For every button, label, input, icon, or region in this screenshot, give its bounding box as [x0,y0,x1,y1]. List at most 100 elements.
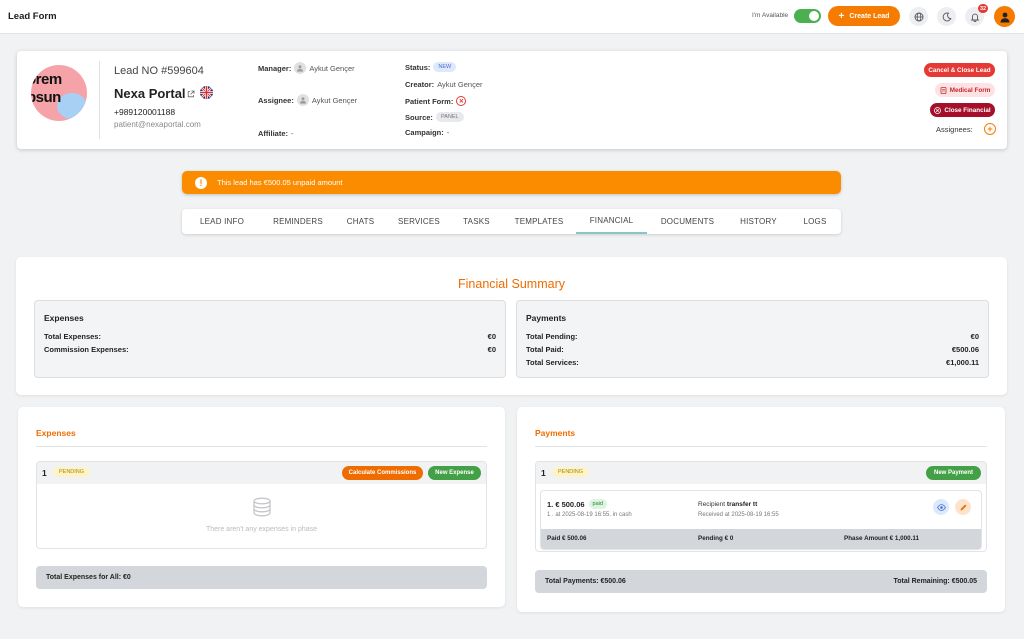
lead-name: Nexa Portal [114,86,186,101]
item-phase-amount: Phase Amount € 1,000.11 [844,535,920,542]
edit-payment-button[interactable] [955,499,971,515]
tab-documents[interactable]: DOCUMENTS [647,209,728,234]
total-paid-value: €500.06 [951,345,979,354]
campaign-label: Campaign: [405,128,444,137]
financial-summary-panel: Financial Summary Expenses Total Expense… [16,257,1007,395]
lead-phone: +989120001188 [114,107,176,117]
lead-number: Lead NO #599604 [114,65,204,77]
tab-services[interactable]: SERVICES [387,209,451,234]
payment-phase: 1 PENDING New Payment 1. € 500.06 paid 1… [535,461,987,552]
close-financial-button[interactable]: Close Financial [930,103,995,117]
unpaid-alert: ! This lead has €500.05 unpaid amount [182,171,841,194]
new-expense-button[interactable]: New Expense [428,466,481,480]
total-expenses-all-label: Total Expenses for All: €0 [46,574,131,581]
affiliate-field: Affiliate: - [258,129,294,138]
payment-item-footer: Paid € 500.06 Pending € 0 Phase Amount €… [541,529,981,549]
availability-label: I'm Available [752,12,789,19]
calculate-commissions-button[interactable]: Calculate Commissions [342,466,423,480]
status-label: Status: [405,62,431,72]
item-pending: Pending € 0 [698,535,734,542]
tab-tasks[interactable]: TASKS [451,209,502,234]
total-services-label: Total Services: [526,358,579,367]
recipient-value: transfer tt [726,501,758,508]
total-pending-row: Total Pending: €0 [526,332,979,341]
commission-expenses-label: Commission Expenses: [44,345,129,354]
phase-status-badge: PENDING [552,467,590,477]
commission-expenses-row: Commission Expenses: €0 [44,345,496,354]
patient-form-field: Patient Form: ✕ [405,96,467,106]
status-badge: NEW [433,62,457,72]
source-badge: PANEL [435,112,464,122]
tab-chats[interactable]: CHATS [334,209,387,234]
person-icon [296,94,309,106]
language-button[interactable] [909,7,928,26]
patient-form-label: Patient Form: [405,96,454,106]
moon-icon [942,12,951,21]
expenses-panel: Expenses 1 PENDING Calculate Commissions… [18,407,505,607]
payment-received: Received at 2025-08-19 16:55 [698,512,779,518]
total-payments-label: Total Payments: €500.06 [545,578,626,585]
pencil-icon [960,504,966,510]
payments-panel: Payments 1 PENDING New Payment 1. € 500.… [517,407,1005,612]
creator-label: Creator: [405,80,435,89]
assignee-value: Aykut Gençer [311,95,358,105]
create-lead-button[interactable]: + Create Lead [828,6,900,26]
total-payments-bar: Total Payments: €500.06 Total Remaining:… [535,570,987,593]
close-financial-label: Close Financial [944,106,991,114]
bell-icon [970,13,979,22]
top-bar: Lead Form I'm Available + Create Lead 32 [0,0,1024,34]
tab-lead-info[interactable]: LEAD INFO [182,209,262,234]
manager-value: Aykut Gençer [309,63,355,73]
medical-form-button[interactable]: Medical Form [935,83,995,97]
assignee-label: Assignee: [258,95,294,105]
total-pending-value: €0 [970,332,979,341]
affiliate-label: Affiliate: [258,129,288,138]
page-title: Lead Form [8,11,57,22]
new-payment-button[interactable]: New Payment [926,466,981,480]
creator-value: Aykut Gençer [437,80,483,89]
divider [36,446,487,447]
status-field: Status: NEW [405,62,457,72]
total-remaining-label: Total Remaining: €500.05 [893,578,977,585]
commission-expenses-value: €0 [487,345,496,354]
add-assignee-icon[interactable]: + [984,123,996,135]
cancel-close-lead-button[interactable]: Cancel & Close Lead [924,63,995,77]
tab-templates[interactable]: TEMPLATES [502,209,576,234]
total-expenses-bar: Total Expenses for All: €0 [36,566,487,589]
tab-reminders[interactable]: REMINDERS [262,209,334,234]
manager-label: Manager: [258,63,292,73]
manager-field: Manager: Aykut Gençer [258,62,355,74]
affiliate-value: - [291,129,294,138]
recipient-label: Recipient [698,501,726,508]
avatar-text-2: psun [31,89,61,106]
source-label: Source: [405,112,433,122]
lead-card: orem psun Lead NO #599604 Nexa Portal +9… [17,51,1007,149]
view-payment-button[interactable] [933,499,949,515]
total-services-row: Total Services: €1,000.11 [526,358,979,367]
financial-summary-title: Financial Summary [458,277,565,291]
expenses-title: Expenses [36,428,76,438]
user-avatar[interactable] [994,6,1015,27]
notifications-button[interactable]: 32 [965,4,988,26]
paid-badge: paid [588,499,607,509]
campaign-value: - [446,128,450,137]
tab-logs[interactable]: LOGS [789,209,841,234]
availability-toggle[interactable] [794,9,821,23]
phase-number: 1 [42,468,47,478]
theme-button[interactable] [937,7,956,26]
phase-header: 1 PENDING New Payment [536,462,986,484]
expense-phase: 1 PENDING Calculate Commissions New Expe… [36,461,487,549]
alert-message: This lead has €500.05 unpaid amount [217,178,343,187]
total-paid-row: Total Paid: €500.06 [526,345,979,354]
item-paid: Paid € 500.06 [547,535,587,542]
empty-state: There aren't any expenses in phase [37,484,486,548]
toggle-knob [809,11,819,21]
total-pending-label: Total Pending: [526,332,578,341]
payment-recipient: Recipient transfer tt [698,501,757,508]
tab-bar: LEAD INFO REMINDERS CHATS SERVICES TASKS… [182,209,841,234]
tab-financial[interactable]: FINANCIAL [576,209,647,234]
external-link-icon[interactable] [187,90,195,100]
total-expenses-value: €0 [487,332,496,341]
phase-number: 1 [541,468,546,478]
tab-history[interactable]: HISTORY [728,209,789,234]
